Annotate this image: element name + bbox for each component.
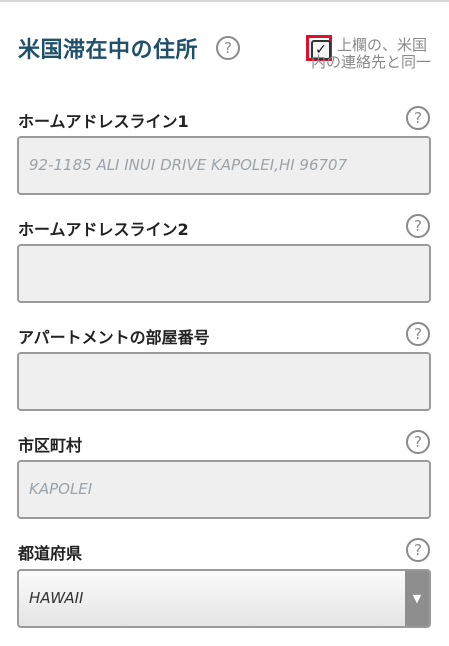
address1-input[interactable]: 92-1185 ALI INUI DRIVE KAPOLEI,HI 96707	[17, 136, 431, 195]
same-as-contact-label: 上欄の、米国内の連絡先と同一	[311, 36, 432, 71]
city-help-icon[interactable]: ?	[406, 430, 430, 454]
address2-label: ホームアドレスライン2	[18, 220, 189, 239]
chevron-down-icon[interactable]: ▼	[405, 571, 429, 626]
city-label: 市区町村	[18, 436, 83, 455]
state-selected-value: HAWAII	[29, 589, 84, 607]
top-divider	[0, 0, 449, 2]
address2-input[interactable]	[17, 244, 431, 303]
address1-help-icon[interactable]: ?	[406, 106, 430, 130]
apartment-input[interactable]	[17, 352, 431, 411]
state-help-icon[interactable]: ?	[406, 538, 430, 562]
city-input[interactable]: KAPOLEI	[17, 460, 431, 519]
apartment-help-icon[interactable]: ?	[406, 322, 430, 346]
state-select[interactable]: HAWAII ▼	[17, 569, 431, 628]
help-icon[interactable]: ?	[216, 36, 240, 60]
apartment-label: アパートメントの部屋番号	[18, 328, 210, 347]
state-label: 都道府県	[18, 544, 83, 563]
section-title: 米国滞在中の住所	[18, 38, 199, 63]
address1-label: ホームアドレスライン1	[18, 112, 189, 131]
address2-help-icon[interactable]: ?	[406, 214, 430, 238]
